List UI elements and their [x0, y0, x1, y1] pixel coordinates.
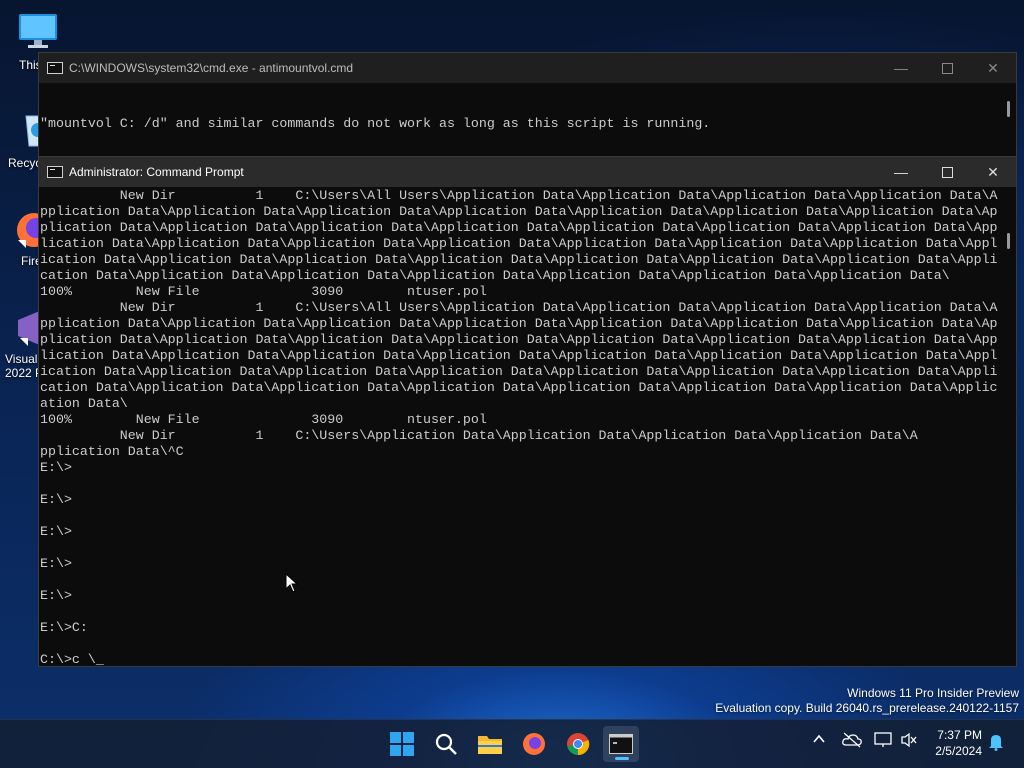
minimize-icon: —: [894, 60, 908, 76]
scrollbar[interactable]: [1000, 83, 1016, 161]
search-button[interactable]: [428, 726, 464, 762]
volume-tray-button[interactable]: [900, 732, 918, 751]
close-button[interactable]: ✕: [970, 53, 1016, 83]
scrollbar-thumb[interactable]: [1007, 233, 1010, 249]
maximize-button[interactable]: [924, 53, 970, 83]
console-line: ation Data\: [40, 396, 128, 411]
bell-icon: [989, 735, 1003, 751]
mouse-cursor-icon: [285, 573, 299, 593]
desktop-icon-label: Recyc: [8, 156, 42, 170]
firefox-icon: [523, 733, 545, 755]
network-icon: [874, 732, 892, 747]
close-icon: ✕: [987, 59, 999, 76]
console-line: plication Data\Application Data\Applicat…: [40, 332, 998, 347]
console-line: E:\>: [40, 460, 72, 475]
clock-button[interactable]: 7:37 PM 2/5/2024: [935, 727, 982, 759]
close-icon: ✕: [987, 163, 999, 180]
file-explorer-button[interactable]: [472, 726, 508, 762]
title-bar[interactable]: C:\WINDOWS\system32\cmd.exe - antimountv…: [39, 53, 1016, 83]
maximize-button[interactable]: [924, 157, 970, 187]
file-explorer-icon: [478, 736, 502, 754]
console-line: "mountvol C: /d" and similar commands do…: [40, 116, 711, 131]
console-line: New Dir 1 C:\Users\All Users\Application…: [40, 300, 998, 315]
console-line: 100% New File 3090 ntuser.pol: [40, 284, 487, 299]
onedrive-tray-button[interactable]: [842, 732, 862, 751]
scrollbar[interactable]: [1000, 187, 1016, 666]
console-line: cation Data\Application Data\Application…: [40, 380, 998, 395]
clock-date: 2/5/2024: [935, 744, 982, 758]
minimize-button[interactable]: —: [878, 53, 924, 83]
console-line: ication Data\Application Data\Applicatio…: [40, 364, 998, 379]
start-button[interactable]: [384, 726, 420, 762]
cloud-offline-icon: [842, 732, 862, 748]
console-line: E:\>: [40, 588, 72, 603]
clock-time: 7:37 PM: [937, 728, 982, 742]
cmd-app-icon: [47, 62, 63, 74]
chevron-up-icon: [813, 734, 825, 743]
network-tray-button[interactable]: [874, 732, 892, 751]
console-line: plication Data\Application Data\Applicat…: [40, 220, 998, 235]
terminal-taskbar-button[interactable]: [603, 726, 639, 762]
console-line: cation Data\Application Data\Application…: [40, 268, 950, 283]
cmd-window-antimountvol[interactable]: C:\WINDOWS\system32\cmd.exe - antimountv…: [38, 52, 1017, 162]
minimize-icon: —: [894, 164, 908, 180]
console-line: pplication Data\Application Data\Applica…: [40, 204, 998, 219]
evaluation-watermark: Windows 11 Pro Insider Preview Evaluatio…: [715, 686, 1019, 716]
console-line: E:\>: [40, 492, 72, 507]
maximize-icon: [941, 62, 953, 74]
cmd-app-icon: [47, 166, 63, 178]
scrollbar-thumb[interactable]: [1007, 101, 1010, 117]
console-output[interactable]: "mountvol C: /d" and similar commands do…: [40, 84, 1000, 161]
windows-start-icon: [390, 732, 414, 756]
console-line: pplication Data\Application Data\Applica…: [40, 316, 998, 331]
show-hidden-icons-button[interactable]: [812, 732, 826, 749]
monitor-icon: [19, 14, 57, 48]
close-button[interactable]: ✕: [970, 157, 1016, 187]
console-line: lication Data\Application Data\Applicati…: [40, 236, 998, 251]
window-title: C:\WINDOWS\system32\cmd.exe - antimountv…: [69, 61, 354, 75]
terminal-icon: [609, 734, 633, 754]
console-line: E:\>: [40, 524, 72, 539]
notifications-button[interactable]: [988, 733, 1004, 754]
volume-muted-icon: [901, 732, 917, 748]
console-line: 100% New File 3090 ntuser.pol: [40, 412, 487, 427]
watermark-line: Evaluation copy. Build 26040.rs_prerelea…: [715, 701, 1019, 715]
search-icon: [435, 733, 457, 755]
title-bar[interactable]: Administrator: Command Prompt — ✕: [39, 157, 1016, 187]
console-output[interactable]: New Dir 1 C:\Users\All Users\Application…: [40, 188, 1000, 666]
console-line: E:\>: [40, 556, 72, 571]
minimize-button[interactable]: —: [878, 157, 924, 187]
console-line: lication Data\Application Data\Applicati…: [40, 348, 998, 363]
chrome-icon: [567, 733, 590, 756]
window-title: Administrator: Command Prompt: [69, 165, 244, 179]
watermark-line: Windows 11 Pro Insider Preview: [847, 686, 1019, 700]
console-line: ication Data\Application Data\Applicatio…: [40, 252, 998, 267]
chrome-taskbar-button[interactable]: [560, 726, 596, 762]
maximize-icon: [941, 166, 953, 178]
console-line: New Dir 1 C:\Users\All Users\Application…: [40, 188, 998, 203]
console-line: pplication Data\^C: [40, 444, 184, 459]
cmd-window-administrator[interactable]: Administrator: Command Prompt — ✕ New Di…: [38, 156, 1017, 667]
taskbar: 7:37 PM 2/5/2024: [0, 719, 1024, 768]
console-line: C:\>c \_: [40, 652, 104, 666]
console-line: New Dir 1 C:\Users\Application Data\Appl…: [40, 428, 918, 443]
firefox-taskbar-button[interactable]: [516, 726, 552, 762]
active-app-indicator: [615, 757, 629, 760]
console-line: E:\>C:: [40, 620, 88, 635]
